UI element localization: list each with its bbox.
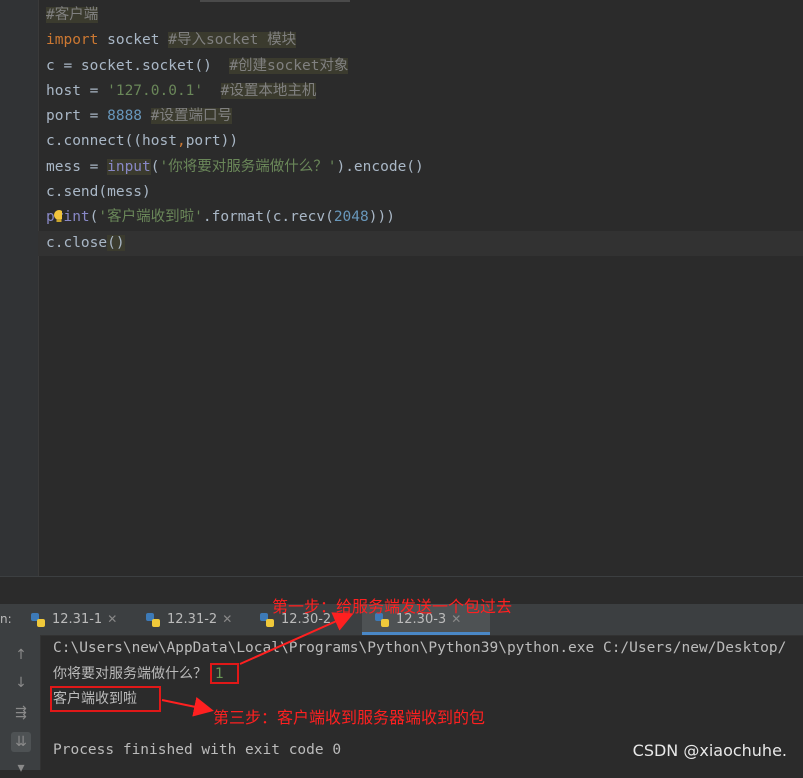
code-token: mess =	[46, 158, 108, 175]
python-icon	[146, 612, 160, 627]
editor-top-scrollbar[interactable]	[200, 0, 350, 2]
close-icon[interactable]: ✕	[222, 612, 232, 626]
code-line[interactable]: c.close()	[38, 230, 803, 256]
up-icon[interactable]: ↑	[11, 645, 31, 665]
code-token: input	[107, 158, 151, 175]
code-line[interactable]: c.send(mess)	[46, 180, 803, 205]
lightbulb-icon[interactable]	[52, 209, 62, 222]
soft-wrap-icon[interactable]: ⇶	[11, 703, 31, 723]
code-token: c = socket.socket()	[46, 57, 230, 74]
annotation-step1: 第一步：给服务端发送一个包过去	[272, 597, 513, 616]
code-token: ()	[107, 234, 125, 251]
down-icon[interactable]: ↓	[11, 673, 31, 693]
tab-12-31-1[interactable]: 12.31-1 ✕	[28, 604, 140, 635]
code-area[interactable]: #客户端 import socket #导入socket 模块 c = socket…	[38, 3, 803, 256]
code-line[interactable]: host = '127.0.0.1' #设置本地主机	[46, 79, 803, 104]
code-line[interactable]: c.connect((host,port))	[46, 129, 803, 154]
scroll-to-end-icon[interactable]: ⇊	[11, 732, 31, 752]
code-token: #创建socket对象	[229, 57, 349, 74]
close-icon[interactable]: ✕	[107, 612, 117, 626]
code-token: c.connect((host	[46, 133, 177, 150]
code-editor[interactable]: #客户端 import socket #导入socket 模块 c = socket…	[0, 0, 803, 576]
code-token: #导入socket 模块	[168, 32, 297, 49]
tab-12-31-2[interactable]: 12.31-2 ✕	[143, 604, 255, 635]
code-token: ).encode()	[336, 158, 424, 175]
code-token: c.close	[46, 234, 108, 251]
received-highlight-box	[50, 686, 161, 712]
code-line[interactable]: #客户端	[46, 3, 803, 28]
editor-gutter	[0, 0, 39, 576]
code-token: '客户端收到啦'	[98, 209, 203, 226]
code-line[interactable]: port = 8888 #设置端口号	[46, 104, 803, 129]
code-token: port))	[185, 133, 239, 150]
code-token: host =	[46, 82, 108, 99]
code-token: (	[150, 158, 160, 175]
console-prompt: 你将要对服务端做什么？	[53, 666, 207, 682]
console-prompt-line: 你将要对服务端做什么？ 1	[53, 662, 224, 686]
annotation-step3: 第三步：客户端收到服务器端收到的包	[213, 708, 486, 727]
more-icon[interactable]: ▾	[11, 758, 31, 778]
code-token: '你将要对服务端做什么？'	[159, 158, 337, 175]
code-line[interactable]: c = socket.socket() #创建socket对象	[46, 54, 803, 79]
code-token: ,	[176, 133, 186, 150]
code-token: port =	[46, 108, 108, 125]
run-toolbar: ↑ ↓ ⇶ ⇊ ▾	[0, 635, 41, 776]
code-token: 8888	[107, 108, 143, 125]
code-line[interactable]: mess = input('你将要对服务端做什么？').encode()	[46, 155, 803, 180]
code-token: .format(c.recv(	[202, 209, 334, 226]
python-icon	[31, 612, 45, 627]
code-token: '127.0.0.1'	[107, 82, 204, 99]
input-highlight-box	[210, 663, 239, 684]
code-line[interactable]: print('客户端收到啦'.format(c.recv(2048)))	[46, 205, 803, 230]
run-label: n:	[0, 612, 12, 626]
arrow-step3	[161, 696, 214, 717]
code-token: 2048	[333, 209, 369, 226]
code-token: )))	[368, 209, 395, 226]
watermark: CSDN @xiaochuhe.	[632, 741, 787, 760]
tab-label: 12.31-1	[52, 612, 103, 627]
code-token: socket	[98, 32, 169, 49]
code-token: #客户端	[46, 7, 99, 23]
console-command: C:\Users\new\AppData\Local\Programs\Pyth…	[53, 640, 787, 656]
console-exit-message: Process finished with exit code 0	[53, 742, 342, 758]
code-token: #设置本地主机	[220, 82, 317, 99]
code-token: #设置端口号	[150, 108, 232, 125]
code-line[interactable]: import socket #导入socket 模块	[46, 28, 803, 53]
tab-label: 12.31-2	[167, 612, 218, 627]
code-token: import	[46, 32, 99, 49]
code-token: c.send(mess)	[46, 184, 151, 201]
